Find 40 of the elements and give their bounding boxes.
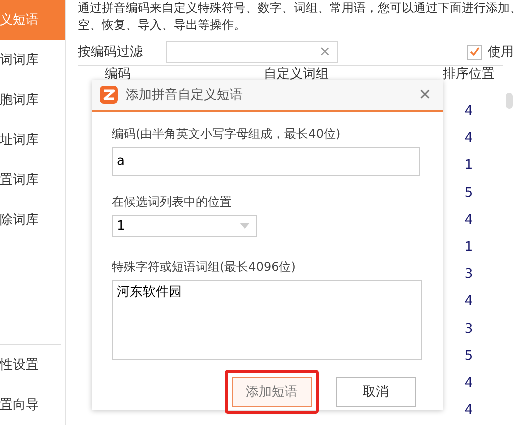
column-header[interactable]: 编码	[78, 66, 158, 83]
phrase-field[interactable]: 河东软件园	[112, 280, 422, 360]
table-cell-text: 4	[464, 294, 474, 310]
table-cell-text: 4	[464, 376, 474, 391]
field-label: 编码(由半角英文小写字母组成，最长40位)	[112, 126, 342, 143]
table-cell-text: 4	[464, 131, 474, 146]
table-cell-text: 3	[464, 267, 474, 282]
logo-icon	[100, 86, 118, 104]
add-button[interactable]: 添加短语	[232, 377, 312, 407]
checkbox[interactable]	[467, 44, 482, 60]
code-field[interactable]: a	[112, 147, 420, 176]
sidebar-item[interactable]: 除词库	[0, 200, 65, 240]
sidebar-item[interactable]: 性设置	[0, 345, 65, 385]
column-header[interactable]: 排序位置	[435, 66, 503, 83]
sidebar-item[interactable]: 置向导	[0, 385, 65, 425]
filter-label: 按编码过滤	[78, 44, 144, 61]
field-label: 在候选词列表中的位置	[112, 194, 233, 211]
checkbox-label: 使用	[488, 44, 514, 61]
caret-icon	[240, 223, 250, 229]
field-label: 特殊字符或短语词组(最长4096位)	[112, 259, 297, 276]
table-cell-text: 3	[464, 322, 474, 337]
table-cell-text: 5	[464, 186, 474, 201]
sidebar-item[interactable]: 址词库	[0, 120, 65, 160]
table-cell-text: 4	[464, 212, 474, 228]
table-cell-text: 1	[464, 240, 474, 256]
position-dropdown[interactable]: 1	[112, 215, 257, 237]
table-cell-text: 1	[464, 158, 474, 174]
column-header[interactable]: 自定义词组	[158, 66, 435, 83]
table-cell-text: 4	[464, 403, 474, 418]
table-cell-text: 4	[464, 104, 474, 120]
close-button[interactable]: ×	[415, 85, 435, 105]
description-text: 通过拼音编码来自定义特殊符号、数字、词组、常用语，您可以通过下面进行添加、	[78, 0, 514, 17]
description-text: 空、恢复、导入、导出等操作。	[78, 17, 247, 34]
sidebar-item[interactable]: 胞词库	[0, 80, 65, 120]
scrollbar-thumb[interactable]	[506, 93, 513, 109]
sidebar-item[interactable]: 置词库	[0, 160, 65, 200]
table-cell-text: 5	[464, 348, 474, 364]
dialog-title: 添加拼音自定义短语	[126, 87, 243, 104]
cancel-button[interactable]: 取消	[336, 377, 416, 407]
sidebar-item[interactable]: 词词库	[0, 40, 65, 80]
